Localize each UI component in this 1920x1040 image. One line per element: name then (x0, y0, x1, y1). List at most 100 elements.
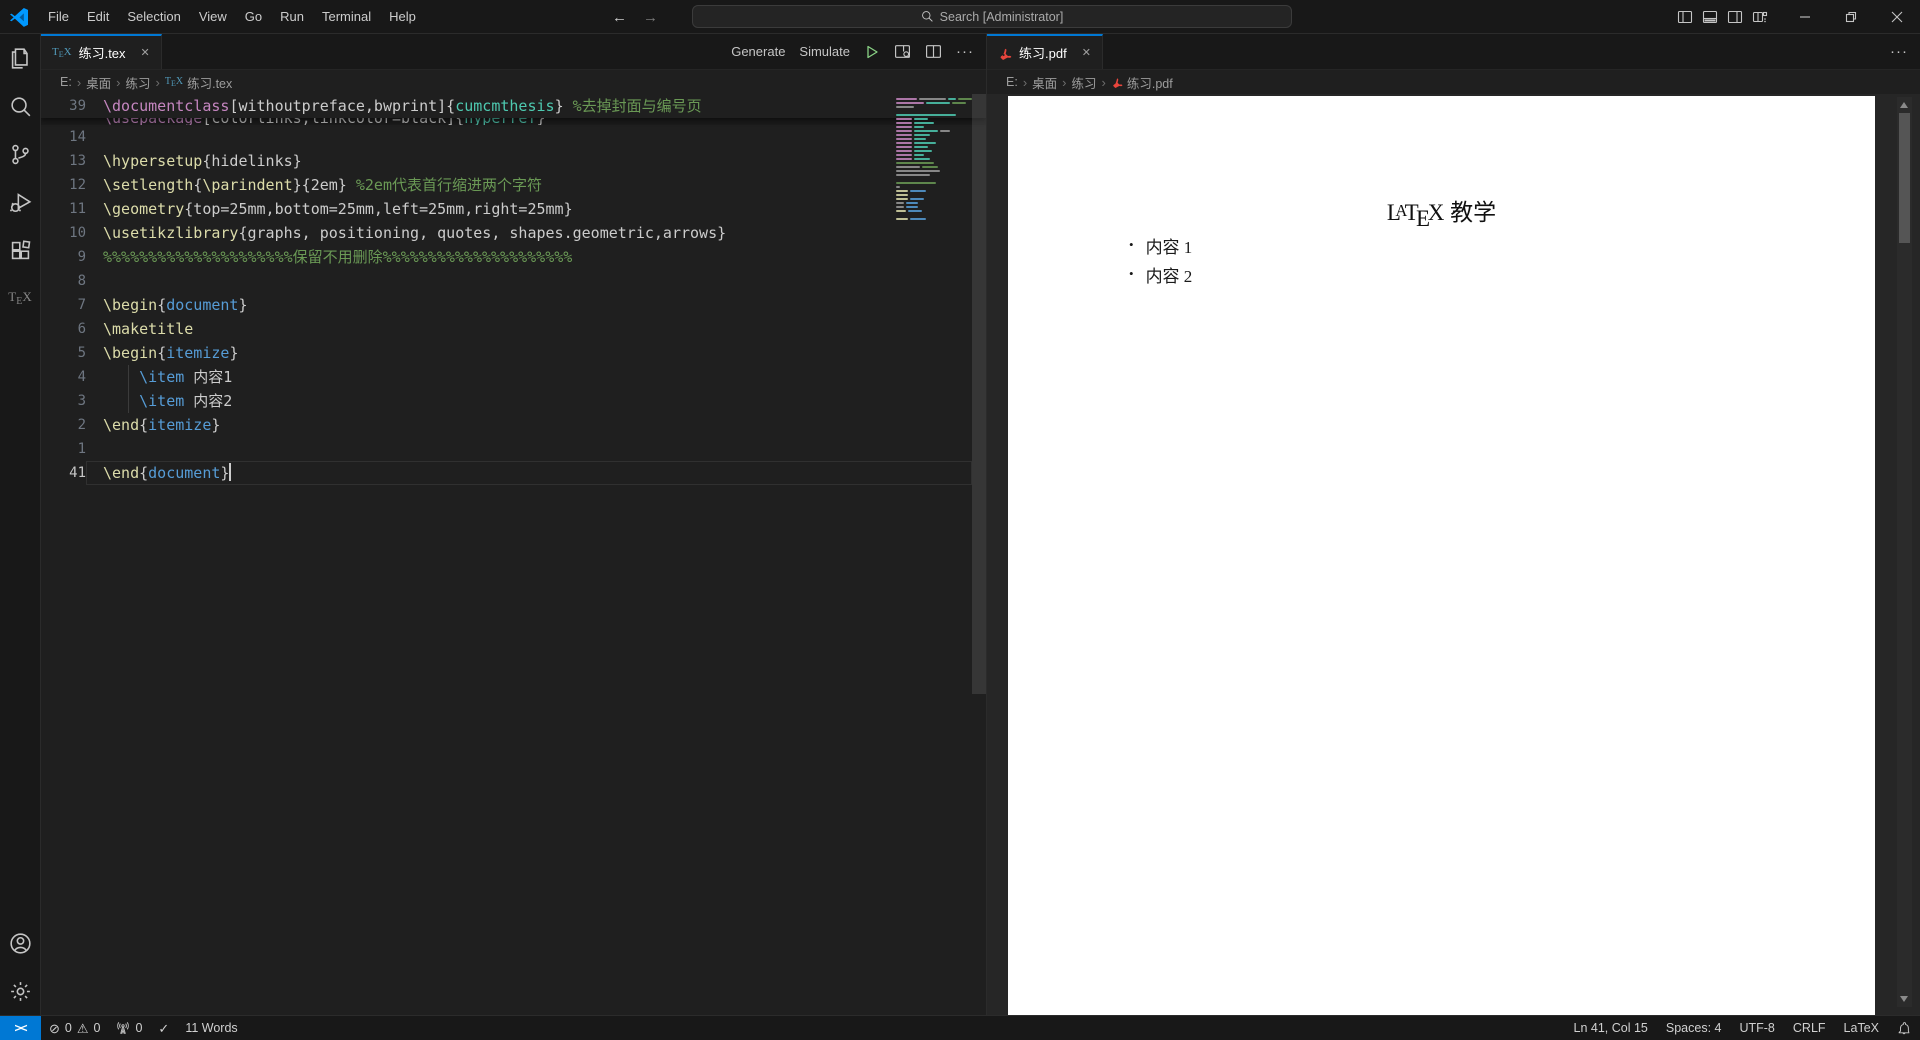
latex-compile-status[interactable]: ✓ (150, 1016, 177, 1040)
search-input[interactable]: Search [Administrator] (692, 5, 1292, 28)
code-line[interactable]: 13 \hypersetup{hidelinks} (41, 149, 986, 173)
editor-group-left: TEX 练习.tex ✕ Generate Simulate ··· E: › 桌面… (41, 34, 986, 1015)
breadcrumb-left[interactable]: E: › 桌面 › 练习 › TEX 练习.tex (41, 70, 986, 94)
remote-indicator[interactable]: >< (0, 1015, 41, 1040)
toggle-panel-icon[interactable] (1702, 9, 1718, 25)
language-mode[interactable]: LaTeX (1835, 1016, 1888, 1040)
menu-go[interactable]: Go (236, 5, 271, 28)
breadcrumb-item[interactable]: E: (1006, 75, 1018, 89)
ports-status[interactable]: 0 (108, 1016, 150, 1040)
menu-file[interactable]: File (39, 5, 78, 28)
close-tab-icon[interactable]: ✕ (141, 46, 150, 59)
code-line[interactable]: \usepackage[colorlinks,linkcolor=black]{… (41, 118, 986, 125)
code-line[interactable]: 10 \usetikzlibrary{graphs, positioning, q… (41, 221, 986, 245)
minimap[interactable] (896, 98, 972, 222)
word-count[interactable]: 11 Words (177, 1016, 245, 1040)
breadcrumb-item[interactable]: 练习 (126, 73, 151, 92)
code-line[interactable]: 11 \geometry{top=25mm,bottom=25mm,left=25… (41, 197, 986, 221)
code-line[interactable]: 9 %%%%%%%%%%%%%%%%%%%%%保留不用删除%%%%%%%%%%%%… (41, 245, 986, 269)
tab-bar-left: TEX 练习.tex ✕ Generate Simulate ··· (41, 34, 986, 70)
line-number: 11 (69, 201, 86, 217)
run-debug-icon[interactable] (0, 178, 41, 226)
eol-sequence[interactable]: CRLF (1784, 1016, 1835, 1040)
editor-scrollbar-thumb[interactable] (972, 94, 986, 694)
settings-gear-icon[interactable] (0, 967, 41, 1015)
line-number: 41 (69, 465, 86, 481)
word-count-label: 11 Words (185, 1021, 238, 1035)
simulate-button[interactable]: Simulate (799, 44, 850, 59)
breadcrumb-item[interactable]: 桌面 (1032, 73, 1057, 92)
breadcrumb-separator-icon: › (116, 74, 121, 90)
code-editor[interactable]: 39 \documentclass[withoutpreface,bwprint]… (41, 94, 986, 1015)
scroll-down-icon[interactable] (1900, 996, 1908, 1002)
nav-forward-icon[interactable]: → (643, 9, 658, 26)
nav-back-icon[interactable]: ← (612, 9, 627, 26)
source-control-icon[interactable] (0, 130, 41, 178)
cursor-position[interactable]: Ln 41, Col 15 (1565, 1016, 1657, 1040)
generate-button[interactable]: Generate (731, 44, 785, 59)
menu-run[interactable]: Run (271, 5, 313, 28)
code-line[interactable]: 8 (41, 269, 986, 293)
problems-status[interactable]: ⊘ 0 ⚠ 0 (41, 1016, 108, 1040)
code-line[interactable]: 5 \begin{itemize} (41, 341, 986, 365)
breadcrumb-item[interactable]: 练习 (1072, 73, 1097, 92)
code-line[interactable]: 1 (41, 437, 986, 461)
code-line[interactable]: 12 \setlength{\parindent}{2em} %2em代表首行缩进… (41, 173, 986, 197)
breadcrumb-separator-icon: › (76, 74, 82, 90)
extensions-icon[interactable] (0, 226, 41, 274)
split-editor-icon[interactable] (925, 43, 942, 60)
pdf-bullet-list: • 内容 1 • 内容 2 (1129, 235, 1192, 293)
line-number: 10 (69, 225, 86, 241)
indentation[interactable]: Spaces: 4 (1657, 1016, 1731, 1040)
pdf-scrollbar-thumb[interactable] (1899, 113, 1910, 243)
breadcrumb-item[interactable]: E: (60, 75, 72, 89)
tab-lianxi-tex[interactable]: TEX 练习.tex ✕ (41, 34, 162, 69)
sticky-code-line[interactable]: 39 \documentclass[withoutpreface,bwprint]… (41, 94, 986, 118)
encoding[interactable]: UTF-8 (1730, 1016, 1783, 1040)
breadcrumb-right[interactable]: E: › 桌面 › 练习 › 练习.pdf (987, 70, 1920, 94)
toggle-secondary-sidebar-icon[interactable] (1727, 9, 1743, 25)
scroll-up-icon[interactable] (1900, 102, 1908, 108)
explorer-icon[interactable] (0, 34, 41, 82)
menu-view[interactable]: View (190, 5, 236, 28)
code-line[interactable]: 7 \begin{document} (41, 293, 986, 317)
pdf-viewer[interactable]: LATEX 教学 • 内容 1 • 内容 2 (987, 94, 1920, 1015)
build-play-icon[interactable] (864, 44, 880, 60)
maximize-restore-button[interactable] (1828, 0, 1874, 34)
line-number: 9 (77, 249, 86, 265)
warnings-count: 0 (93, 1021, 101, 1035)
code-text: \begin{document} (103, 296, 248, 314)
notifications-bell-icon[interactable] (1888, 1016, 1920, 1040)
more-actions-icon[interactable]: ··· (1890, 43, 1908, 60)
menu-selection[interactable]: Selection (118, 5, 189, 28)
code-line[interactable]: 41 \end{document} (41, 461, 986, 485)
breadcrumb-separator-icon: › (1022, 74, 1028, 90)
menu-edit[interactable]: Edit (78, 5, 118, 28)
menu-help[interactable]: Help (380, 5, 425, 28)
breadcrumb-item[interactable]: 桌面 (86, 73, 111, 92)
more-actions-icon[interactable]: ··· (956, 43, 974, 60)
minimize-button[interactable] (1782, 0, 1828, 34)
breadcrumb-item[interactable]: TEX 练习.tex (165, 73, 232, 92)
view-pdf-preview-icon[interactable] (894, 43, 911, 60)
menu-terminal[interactable]: Terminal (313, 5, 380, 28)
code-line[interactable]: 2 \end{itemize} (41, 413, 986, 437)
close-tab-icon[interactable]: ✕ (1082, 46, 1091, 59)
pdf-scrollbar[interactable] (1897, 97, 1912, 1007)
code-line[interactable]: 14 (41, 125, 986, 149)
breadcrumb-item[interactable]: 练习.pdf (1111, 73, 1173, 92)
latex-workshop-icon[interactable]: TEX (0, 274, 41, 322)
toggle-sidebar-icon[interactable] (1677, 9, 1693, 25)
code-line[interactable]: 4 \item 内容1 (41, 365, 986, 389)
close-window-button[interactable] (1874, 0, 1920, 34)
breadcrumb-label: 练习 (1071, 76, 1097, 91)
search-view-icon[interactable] (0, 82, 41, 130)
customize-layout-icon[interactable] (1752, 9, 1768, 25)
tab-lianxi-pdf[interactable]: 练习.pdf ✕ (987, 34, 1103, 69)
code-line[interactable]: 6 \maketitle (41, 317, 986, 341)
code-line[interactable]: 3 \item 内容2 (41, 389, 986, 413)
account-icon[interactable] (0, 919, 41, 967)
code-text: \end{document} (103, 463, 232, 482)
